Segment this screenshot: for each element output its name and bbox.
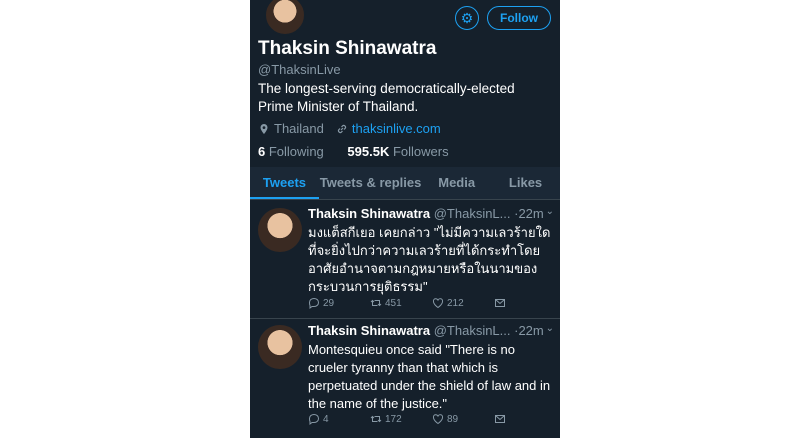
like-count: 212 bbox=[447, 297, 464, 309]
following-label: Following bbox=[268, 144, 324, 159]
chevron-down-icon[interactable]: ⌄ bbox=[546, 323, 554, 334]
followers-link[interactable]: 595.5K Followers bbox=[347, 144, 448, 159]
settings-button[interactable]: ⚙ bbox=[455, 6, 479, 30]
tab-tweets-replies[interactable]: Tweets & replies bbox=[319, 167, 422, 199]
tweet-header: Thaksin Shinawatra @ThaksinL... ·22m bbox=[308, 323, 556, 338]
reply-button[interactable]: 4 bbox=[308, 413, 370, 425]
follow-button[interactable]: Follow bbox=[487, 6, 551, 30]
tab-media[interactable]: Media bbox=[422, 167, 491, 199]
like-icon bbox=[432, 298, 444, 309]
tweet-author-handle: @ThaksinL... bbox=[433, 323, 511, 338]
tweet-text: มงแต็สกีเยอ เคยกล่าว "ไม่มีความเลวร้ายใด… bbox=[308, 225, 551, 294]
tweet-avatar[interactable] bbox=[258, 325, 302, 369]
location-pin-icon bbox=[260, 123, 268, 134]
profile-stats: 6 Following 595.5K Followers bbox=[258, 144, 449, 159]
message-button[interactable] bbox=[494, 297, 556, 309]
tweet-avatar[interactable] bbox=[258, 208, 302, 252]
tweet-time: ·22m bbox=[514, 206, 544, 221]
following-link[interactable]: 6 Following bbox=[258, 144, 324, 159]
tweet-actions: 29 451 212 bbox=[308, 297, 556, 309]
retweet-button[interactable]: 451 bbox=[370, 297, 432, 309]
retweet-icon bbox=[370, 415, 382, 423]
retweet-icon bbox=[370, 299, 382, 307]
retweet-count: 172 bbox=[385, 413, 402, 425]
like-icon bbox=[432, 414, 444, 425]
like-button[interactable]: 212 bbox=[432, 297, 494, 309]
message-button[interactable] bbox=[494, 413, 556, 425]
profile-tabs: Tweets Tweets & replies Media Likes bbox=[250, 167, 560, 200]
profile-meta: Thailand thaksinlive.com bbox=[258, 121, 441, 136]
tweet-author-name[interactable]: Thaksin Shinawatra bbox=[308, 206, 430, 221]
tweet[interactable]: Thaksin Shinawatra @ThaksinL... ·22m ⌄ ม… bbox=[250, 202, 560, 319]
tweet-header: Thaksin Shinawatra @ThaksinL... ·22m bbox=[308, 206, 556, 221]
reply-count: 4 bbox=[323, 413, 329, 425]
tweet-text: Montesquieu once said "There is no cruel… bbox=[308, 342, 551, 411]
followers-label: Followers bbox=[392, 144, 449, 159]
retweet-button[interactable]: 172 bbox=[370, 413, 432, 425]
gear-icon: ⚙ bbox=[460, 9, 474, 26]
retweet-count: 451 bbox=[385, 297, 402, 309]
link-icon bbox=[337, 124, 346, 133]
profile-header: ⚙ Follow Thaksin Shinawatra @ThaksinLive… bbox=[250, 0, 560, 166]
profile-handle: @ThaksinLive bbox=[258, 62, 341, 77]
profile-name: Thaksin Shinawatra bbox=[258, 38, 437, 59]
like-button[interactable]: 89 bbox=[432, 413, 494, 425]
profile-location: Thailand bbox=[274, 121, 324, 136]
following-count: 6 bbox=[258, 144, 266, 159]
tab-likes[interactable]: Likes bbox=[491, 167, 560, 199]
message-icon bbox=[495, 299, 505, 307]
tweet-author-name[interactable]: Thaksin Shinawatra bbox=[308, 323, 430, 338]
message-icon bbox=[495, 415, 505, 423]
reply-count: 29 bbox=[323, 297, 335, 309]
followers-count: 595.5K bbox=[347, 144, 390, 159]
tweet-time: ·22m bbox=[514, 323, 544, 338]
chevron-down-icon[interactable]: ⌄ bbox=[546, 206, 554, 217]
tweet-author-handle: @ThaksinL... bbox=[433, 206, 511, 221]
profile-avatar[interactable] bbox=[264, 0, 306, 36]
tweet[interactable]: Thaksin Shinawatra @ThaksinL... ·22m ⌄ M… bbox=[250, 319, 560, 438]
reply-icon bbox=[308, 413, 320, 425]
reply-icon bbox=[308, 297, 320, 309]
profile-bio: The longest-serving democratically-elect… bbox=[258, 81, 515, 114]
reply-button[interactable]: 29 bbox=[308, 297, 370, 309]
profile-website[interactable]: thaksinlive.com bbox=[352, 121, 441, 136]
profile-screen: ⚙ Follow Thaksin Shinawatra @ThaksinLive… bbox=[250, 0, 560, 438]
like-count: 89 bbox=[447, 413, 459, 425]
tweet-actions: 4 172 89 bbox=[308, 413, 556, 425]
tab-tweets[interactable]: Tweets bbox=[250, 167, 319, 199]
